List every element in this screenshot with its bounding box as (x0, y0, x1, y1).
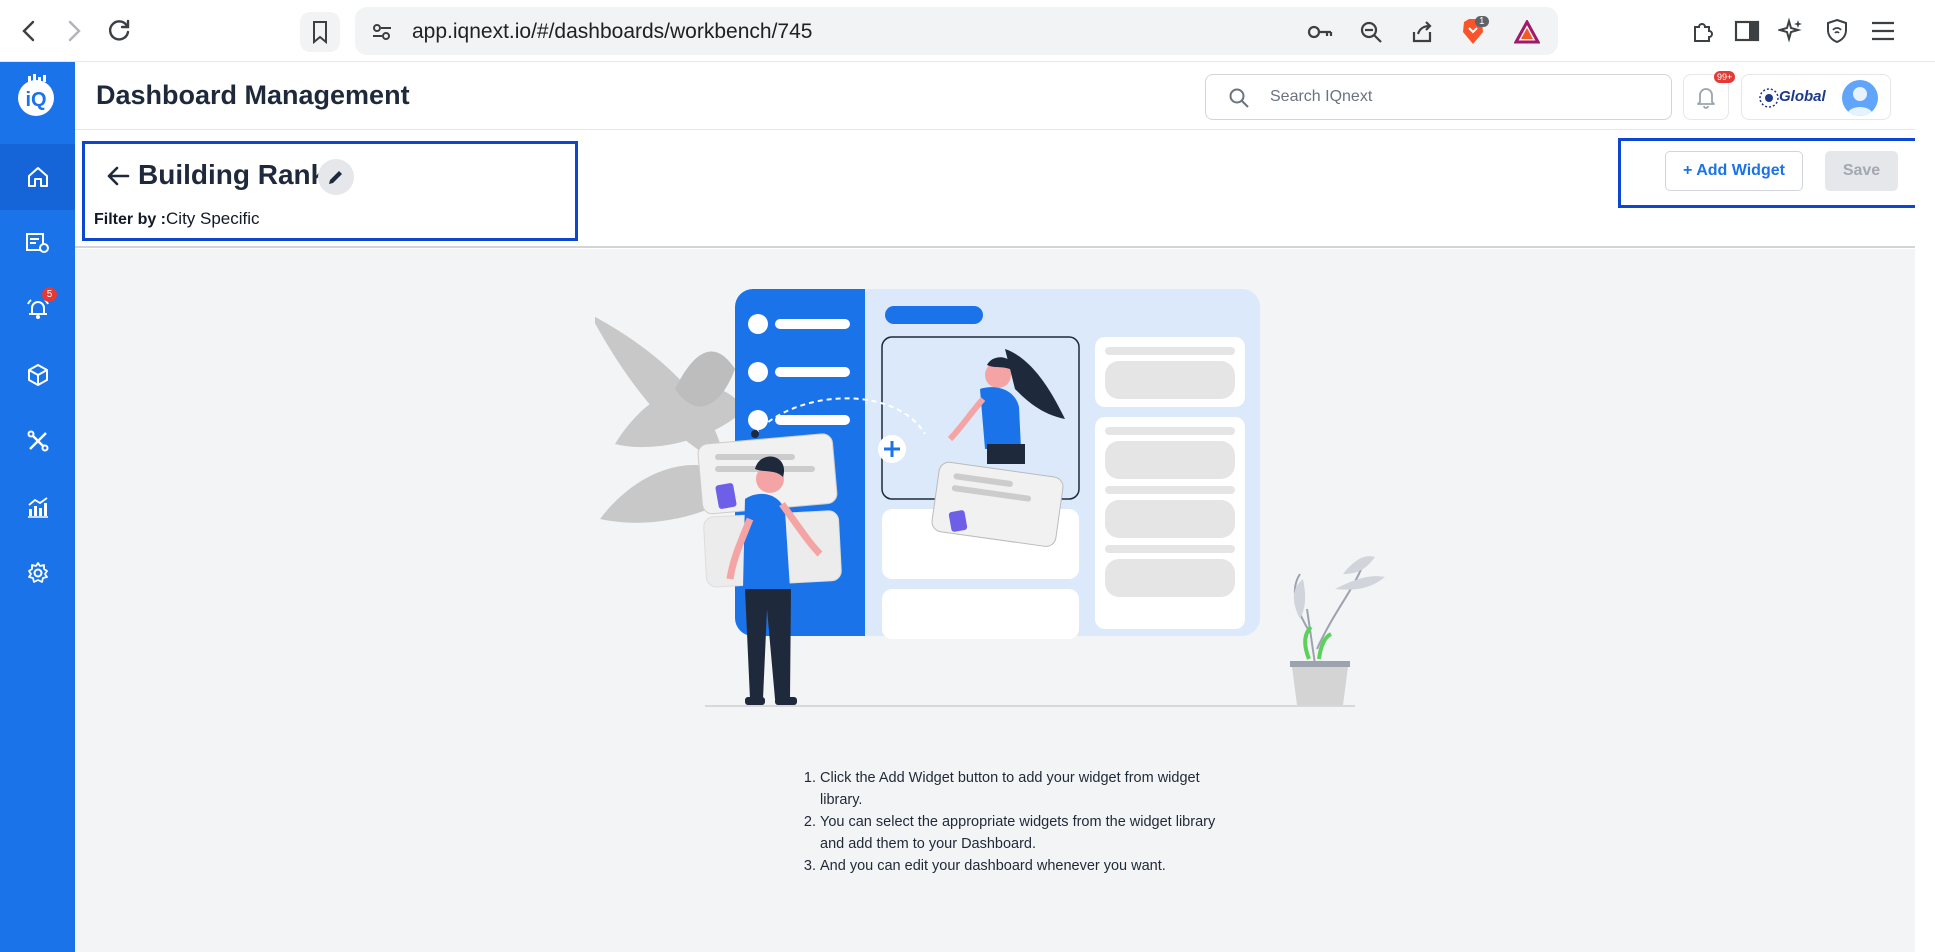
iq-logo[interactable]: iQ (14, 74, 58, 118)
brave-rewards-icon[interactable] (1514, 19, 1540, 45)
dashboard-name: Building Rank (138, 159, 327, 190)
cube-icon (27, 364, 48, 386)
bell-icon (1697, 88, 1715, 109)
search-icon (1229, 88, 1249, 108)
sidebar-item-tools[interactable] (0, 408, 75, 474)
add-widget-button[interactable]: + Add Widget (1665, 151, 1803, 191)
alerts-badge: 5 (42, 287, 57, 302)
sidebar-item-settings[interactable] (0, 540, 75, 606)
extensions-icon[interactable] (1688, 16, 1718, 46)
brave-badge: 1 (1475, 16, 1489, 27)
zoom-out-icon[interactable] (1358, 19, 1384, 45)
back-icon[interactable] (12, 14, 46, 48)
document-settings-icon (25, 233, 49, 253)
arrow-left-icon (107, 166, 130, 186)
address-bar[interactable]: app.iqnext.io/#/dashboards/workbench/745… (355, 7, 1558, 55)
sidebar-item-assets[interactable] (0, 342, 75, 408)
bookmark-icon[interactable] (300, 12, 340, 52)
tools-icon (27, 430, 48, 452)
notification-button[interactable]: 99+ (1683, 71, 1736, 120)
app-header: Dashboard Management Search IQnext 99+ G… (75, 62, 1935, 130)
notification-badge: 99+ (1714, 71, 1736, 83)
search-placeholder: Search IQnext (1270, 88, 1373, 105)
back-button[interactable] (103, 161, 133, 191)
instruction-2: You can select the appropriate widgets f… (820, 811, 1220, 855)
global-logo-icon (1759, 88, 1779, 108)
pencil-icon (329, 171, 342, 184)
leo-ai-icon[interactable] (1776, 16, 1806, 46)
share-icon[interactable] (1409, 19, 1435, 45)
instruction-1: Click the Add Widget button to add your … (820, 767, 1220, 811)
empty-dashboard-illustration (595, 289, 1385, 707)
dashboard-canvas: Click the Add Widget button to add your … (75, 249, 1915, 952)
svg-text:iQ: iQ (25, 89, 46, 111)
dashboard-actions-panel: + Add Widget Save (1618, 138, 1935, 208)
reload-icon[interactable] (102, 14, 136, 48)
sidebar-item-analytics[interactable] (0, 474, 75, 540)
avatar[interactable] (1842, 80, 1878, 116)
search-input[interactable]: Search IQnext (1205, 74, 1672, 120)
menu-icon[interactable] (1868, 16, 1898, 46)
key-icon[interactable] (1307, 19, 1333, 45)
instructions: Click the Add Widget button to add your … (800, 767, 1220, 877)
profile-menu[interactable]: Global (1741, 74, 1891, 120)
filter-info: Filter by :City Specific (94, 209, 260, 229)
gear-icon (27, 562, 48, 583)
filter-value: City Specific (166, 209, 260, 228)
brand-name: Global (1779, 88, 1826, 105)
dashboard-title-panel: Building Rank Filter by :City Specific (82, 141, 578, 241)
sidebar-item-asset-settings[interactable] (0, 210, 75, 276)
instruction-3: And you can edit your dashboard whenever… (820, 855, 1220, 877)
forward-icon[interactable] (57, 14, 91, 48)
analytics-chart-icon (27, 497, 48, 518)
url-text[interactable]: app.iqnext.io/#/dashboards/workbench/745 (412, 20, 812, 44)
sidebar-item-alerts[interactable]: 5 (0, 276, 75, 342)
filter-label: Filter by : (94, 211, 167, 228)
home-icon (27, 167, 48, 187)
sidebar-toggle-icon[interactable] (1732, 16, 1762, 46)
save-button[interactable]: Save (1825, 151, 1898, 191)
edit-name-button[interactable] (318, 159, 354, 195)
sidebar: iQ 5 (0, 62, 75, 952)
sidebar-item-home[interactable] (0, 144, 75, 210)
scrollbar-track[interactable] (1915, 62, 1935, 952)
page-title: Dashboard Management (96, 80, 410, 110)
dashboard-toolbar: Building Rank Filter by :City Specific +… (75, 131, 1935, 248)
browser-toolbar: app.iqnext.io/#/dashboards/workbench/745… (0, 0, 1935, 62)
brave-shield-icon[interactable]: 1 (1460, 16, 1489, 45)
vpn-shield-icon[interactable] (1822, 16, 1852, 46)
site-settings-icon[interactable] (369, 19, 395, 45)
